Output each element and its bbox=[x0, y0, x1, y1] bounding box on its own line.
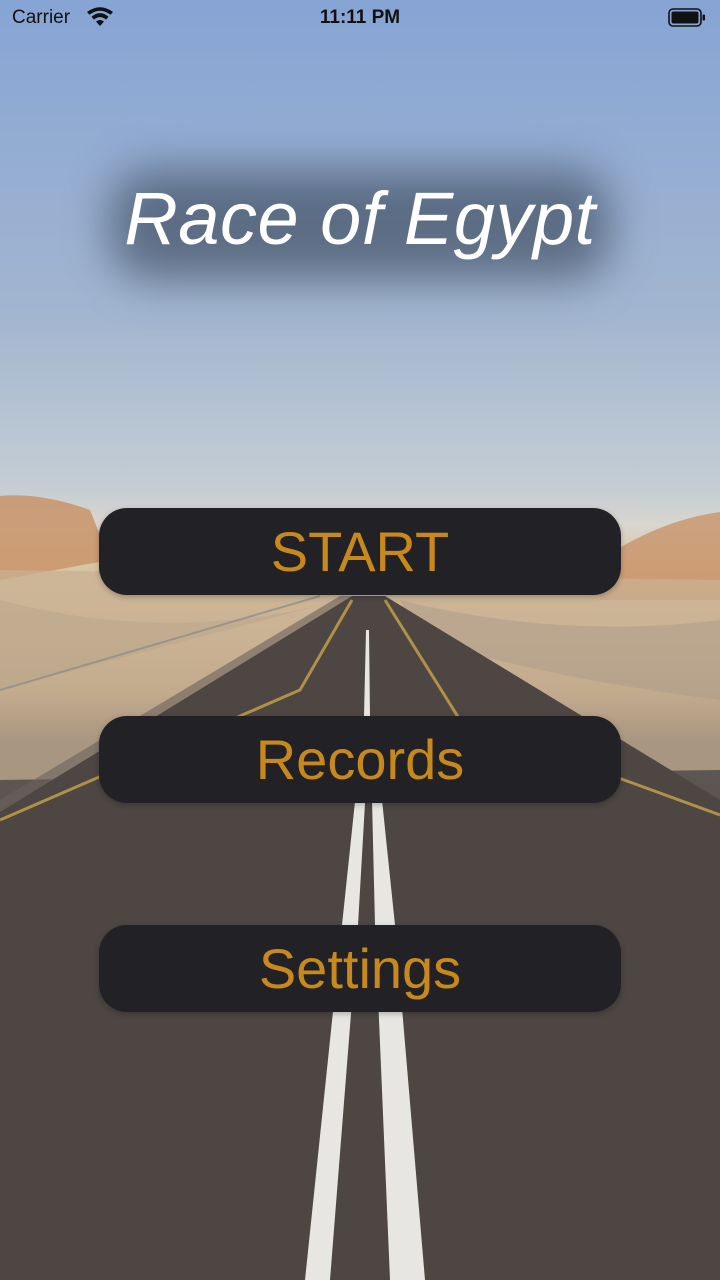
status-time: 11:11 PM bbox=[319, 7, 401, 28]
game-title: Race of Egypt bbox=[124, 177, 596, 260]
main-menu-screen: Carrier 11:11 PM Race of Egypt START Rec… bbox=[0, 0, 720, 1280]
battery-icon bbox=[668, 8, 705, 27]
start-button[interactable]: START bbox=[99, 508, 621, 595]
status-bar: Carrier 11:11 PM bbox=[0, 0, 720, 40]
records-button[interactable]: Records bbox=[99, 716, 621, 803]
settings-button[interactable]: Settings bbox=[99, 925, 621, 1012]
